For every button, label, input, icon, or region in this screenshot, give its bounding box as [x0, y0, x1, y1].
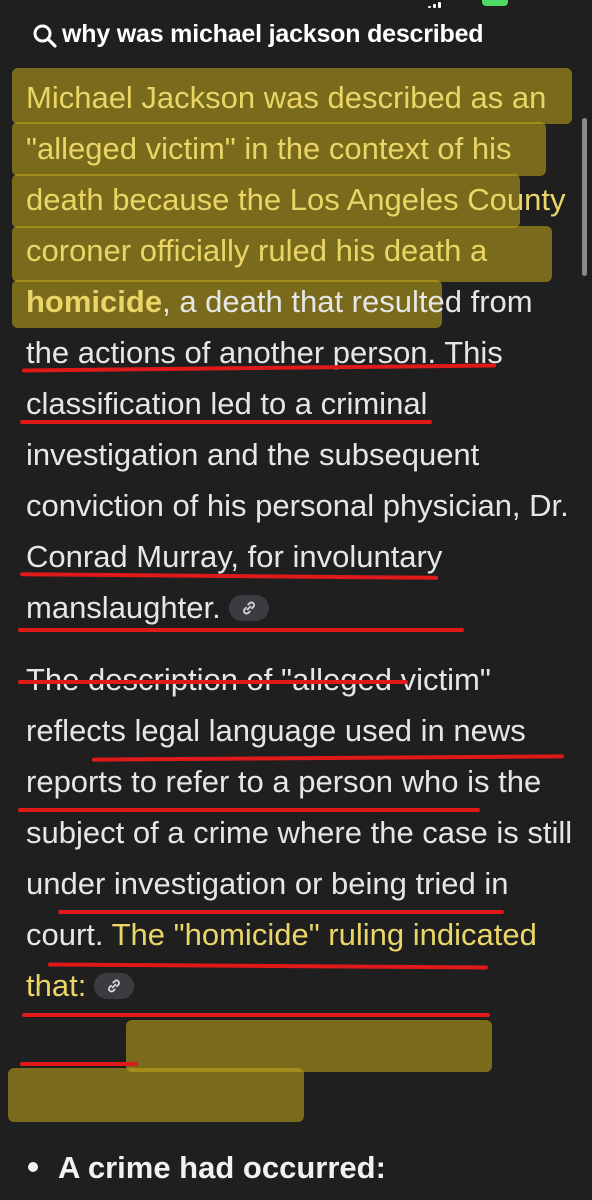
highlight-marker	[126, 1020, 492, 1072]
search-query[interactable]: why was michael jackson described	[62, 20, 484, 49]
bullet-item: A crime had occurred:	[26, 1150, 586, 1186]
red-underline	[58, 910, 504, 914]
red-underline	[18, 628, 464, 632]
ai-answer: Michael Jackson was described as an "all…	[26, 72, 574, 1011]
source-link-chip[interactable]	[94, 972, 135, 999]
homicide-term: homicide	[26, 284, 163, 319]
highlighted-text: Michael Jackson was described as an "all…	[26, 80, 566, 268]
link-icon	[242, 601, 255, 615]
search-bar[interactable]: why was michael jackson described	[0, 16, 592, 56]
answer-paragraph-2: The description of "alleged victim" refl…	[26, 654, 574, 1011]
paragraph-text: The description of "alleged victim" refl…	[26, 662, 573, 952]
bullet-text: A crime had occurred:	[58, 1150, 386, 1185]
red-underline	[18, 808, 480, 812]
red-underline	[18, 680, 408, 684]
signal-icon	[428, 2, 446, 8]
answer-paragraph-1: Michael Jackson was described as an "all…	[26, 72, 574, 633]
link-icon	[108, 979, 121, 993]
scrollbar[interactable]	[582, 118, 587, 276]
bullet-dot	[28, 1161, 38, 1172]
search-icon	[33, 24, 57, 48]
highlight-marker	[8, 1068, 304, 1122]
battery-icon	[482, 0, 508, 6]
red-underline	[22, 1013, 490, 1017]
red-underline	[20, 1062, 138, 1066]
red-underline	[20, 420, 432, 424]
source-link-chip[interactable]	[228, 594, 269, 621]
status-bar	[0, 0, 592, 16]
